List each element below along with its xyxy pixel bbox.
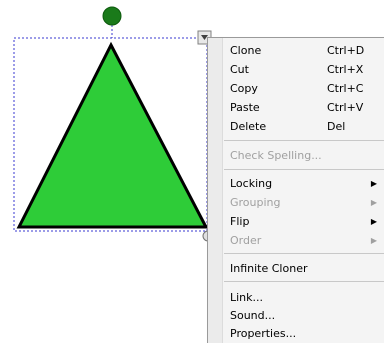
menu-item-shortcut: Ctrl+D [327,44,365,57]
menu-item-check-spelling: Check Spelling... [230,146,384,165]
menu-item-label: Properties... [230,327,297,340]
submenu-arrow-icon: ▶ [370,236,377,245]
menu-item-label: Grouping [230,196,281,209]
menu-item-label: Locking [230,177,273,190]
menu-separator [224,169,384,170]
submenu-arrow-icon: ▶ [370,217,377,226]
triangle-shape[interactable] [16,41,209,229]
menu-item-infinite-cloner[interactable]: Infinite Cloner [230,259,384,278]
menu-item-label: Check Spelling... [230,149,322,162]
menu-item-label: Delete [230,120,267,133]
menu-item-paste[interactable]: Paste Ctrl+V [230,98,384,117]
menu-item-delete[interactable]: Delete Del [230,117,384,136]
menu-item-shortcut: Del [327,120,346,133]
menu-item-cut[interactable]: Cut Ctrl+X [230,60,384,79]
menu-item-copy[interactable]: Copy Ctrl+C [230,79,384,98]
menu-icon-strip [208,38,223,343]
menu-item-clone[interactable]: Clone Ctrl+D [230,41,384,60]
menu-item-grouping: Grouping ▶ [230,193,384,212]
menu-item-sound[interactable]: Sound... [230,306,384,325]
menu-item-label: Copy [230,82,258,95]
menu-separator [224,140,384,141]
menu-separator [224,253,384,254]
context-menu: Clone Ctrl+D Cut Ctrl+X Copy Ctrl+C Past… [207,37,384,343]
submenu-arrow-icon: ▶ [370,198,377,207]
menu-item-shortcut: Ctrl+C [327,82,364,95]
menu-item-label: Clone [230,44,262,57]
menu-item-label: Order [230,234,262,247]
menu-item-shortcut: Ctrl+X [327,63,364,76]
menu-item-order: Order ▶ [230,231,384,250]
menu-item-label: Link... [230,291,264,304]
submenu-arrow-icon: ▶ [370,179,377,188]
menu-item-label: Flip [230,215,250,228]
rotate-handle[interactable] [102,6,122,26]
menu-separator [224,281,384,282]
menu-item-label: Paste [230,101,260,114]
menu-item-shortcut: Ctrl+V [327,101,364,114]
menu-item-locking[interactable]: Locking ▶ [230,174,384,193]
menu-item-link[interactable]: Link... [230,288,384,307]
menu-item-label: Sound... [230,309,276,322]
menu-item-label: Cut [230,63,249,76]
menu-item-properties[interactable]: Properties... [230,324,384,343]
menu-item-flip[interactable]: Flip ▶ [230,212,384,231]
menu-item-label: Infinite Cloner [230,262,308,275]
